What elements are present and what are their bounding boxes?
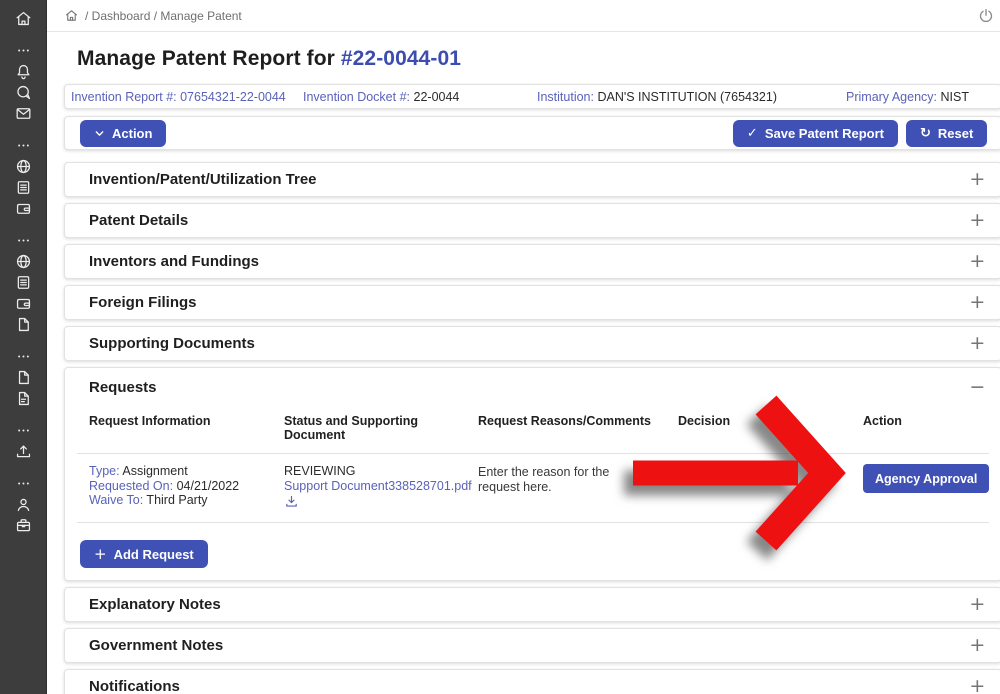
request-information-cell: Type: Assignment Requested On: 04/21/202…	[89, 464, 284, 512]
accordion-foreign-filings[interactable]: Foreign Filings +	[64, 285, 1000, 320]
file-icon[interactable]	[13, 315, 33, 334]
page-title: Manage Patent Report for #22-0044-01	[77, 47, 1000, 71]
report-info-bar: Invention Report #: 07654321-22-0044 Inv…	[64, 84, 1000, 109]
requests-table-header: Request Information Status and Supportin…	[77, 397, 989, 454]
institution: Institution: DAN'S INSTITUTION (7654321)	[531, 90, 840, 104]
expand-icon[interactable]: +	[969, 252, 985, 271]
wallet-icon[interactable]	[13, 199, 33, 218]
wallet-icon[interactable]	[13, 294, 33, 313]
globe-icon[interactable]	[13, 157, 33, 176]
save-patent-report-button[interactable]: ✓ Save Patent Report	[733, 120, 898, 147]
expand-icon[interactable]: +	[969, 293, 985, 312]
plus-icon: +	[94, 547, 107, 562]
action-cell: Agency Approval	[863, 464, 989, 512]
main-area: / Dashboard / Manage Patent Manage Paten…	[47, 0, 1000, 694]
chat-icon[interactable]	[13, 83, 33, 102]
power-icon	[977, 7, 995, 25]
bell-icon[interactable]	[13, 62, 33, 81]
page-content: Manage Patent Report for #22-0044-01 Inv…	[47, 32, 1000, 694]
agency-approval-button[interactable]: Agency Approval	[863, 464, 989, 493]
reasons-cell	[478, 464, 678, 512]
sidebar	[0, 0, 47, 694]
primary-agency: Primary Agency: NIST	[840, 90, 969, 104]
support-document-link[interactable]: Support Document338528701.pdf	[284, 479, 472, 494]
home-icon[interactable]	[64, 8, 79, 23]
invention-report-number: Invention Report #: 07654321-22-0044	[65, 90, 297, 104]
globe-icon[interactable]	[13, 252, 33, 271]
expand-icon[interactable]: +	[969, 677, 985, 694]
reset-button[interactable]: ↻ Reset	[906, 120, 987, 147]
status-value: REVIEWING	[284, 464, 478, 479]
topbar: / Dashboard / Manage Patent	[47, 0, 1000, 32]
expand-icon[interactable]: +	[969, 595, 985, 614]
more-icon[interactable]	[13, 421, 33, 440]
invention-docket-number: Invention Docket #: 22-0044	[297, 90, 531, 104]
logout-button[interactable]	[977, 7, 995, 25]
requests-header[interactable]: Requests −	[65, 368, 1000, 397]
requests-table: Request Information Status and Supportin…	[77, 397, 989, 523]
expand-icon[interactable]: +	[969, 334, 985, 353]
accordion-invention-patent-utilization-tree[interactable]: Invention/Patent/Utilization Tree +	[64, 162, 1000, 197]
accordion-inventors-and-fundings[interactable]: Inventors and Fundings +	[64, 244, 1000, 279]
decision-cell	[678, 464, 863, 512]
refresh-icon: ↻	[920, 127, 931, 140]
check-icon: ✓	[747, 127, 758, 140]
upload-icon[interactable]	[13, 442, 33, 461]
more-icon[interactable]	[13, 474, 33, 493]
accordion-patent-details[interactable]: Patent Details +	[64, 203, 1000, 238]
accordion-requests: Requests − Request Information Status an…	[64, 367, 1000, 581]
status-cell: REVIEWING Support Document338528701.pdf	[284, 464, 478, 512]
breadcrumb-path[interactable]: / Dashboard / Manage Patent	[85, 9, 242, 23]
invention-report-number-link[interactable]: 07654321-22-0044	[180, 90, 286, 104]
chevron-down-icon	[94, 128, 105, 139]
expand-icon[interactable]: +	[969, 170, 985, 189]
more-icon[interactable]	[13, 41, 33, 60]
action-button[interactable]: Action	[80, 120, 166, 147]
expand-icon[interactable]: +	[969, 636, 985, 655]
mail-icon[interactable]	[13, 104, 33, 123]
more-icon[interactable]	[13, 231, 33, 250]
request-row: Type: Assignment Requested On: 04/21/202…	[77, 454, 989, 523]
request-reason-input[interactable]	[478, 464, 653, 497]
download-icon[interactable]	[284, 494, 478, 512]
page-title-text: Manage Patent Report for	[77, 47, 341, 70]
more-icon[interactable]	[13, 347, 33, 366]
file-pdf-icon[interactable]	[13, 389, 33, 408]
collapse-icon[interactable]: −	[969, 378, 985, 397]
report-number: #22-0044-01	[341, 47, 461, 70]
more-icon[interactable]	[13, 136, 33, 155]
home-icon[interactable]	[13, 9, 33, 28]
accordion-explanatory-notes[interactable]: Explanatory Notes +	[64, 587, 1000, 622]
report-icon[interactable]	[13, 178, 33, 197]
app-window: / Dashboard / Manage Patent Manage Paten…	[0, 0, 1000, 694]
accordion-government-notes[interactable]: Government Notes +	[64, 628, 1000, 663]
file-icon[interactable]	[13, 368, 33, 387]
add-request-button[interactable]: + Add Request	[80, 540, 208, 568]
person-icon[interactable]	[13, 495, 33, 514]
toolbar-right: ✓ Save Patent Report ↻ Reset	[733, 120, 987, 147]
breadcrumb[interactable]: / Dashboard / Manage Patent	[64, 8, 242, 23]
toolbar: Action ✓ Save Patent Report ↻ Reset	[64, 116, 1000, 150]
expand-icon[interactable]: +	[969, 211, 985, 230]
accordion-notifications[interactable]: Notifications +	[64, 669, 1000, 694]
accordion-supporting-documents[interactable]: Supporting Documents +	[64, 326, 1000, 361]
briefcase-icon[interactable]	[13, 516, 33, 535]
report-icon[interactable]	[13, 273, 33, 292]
